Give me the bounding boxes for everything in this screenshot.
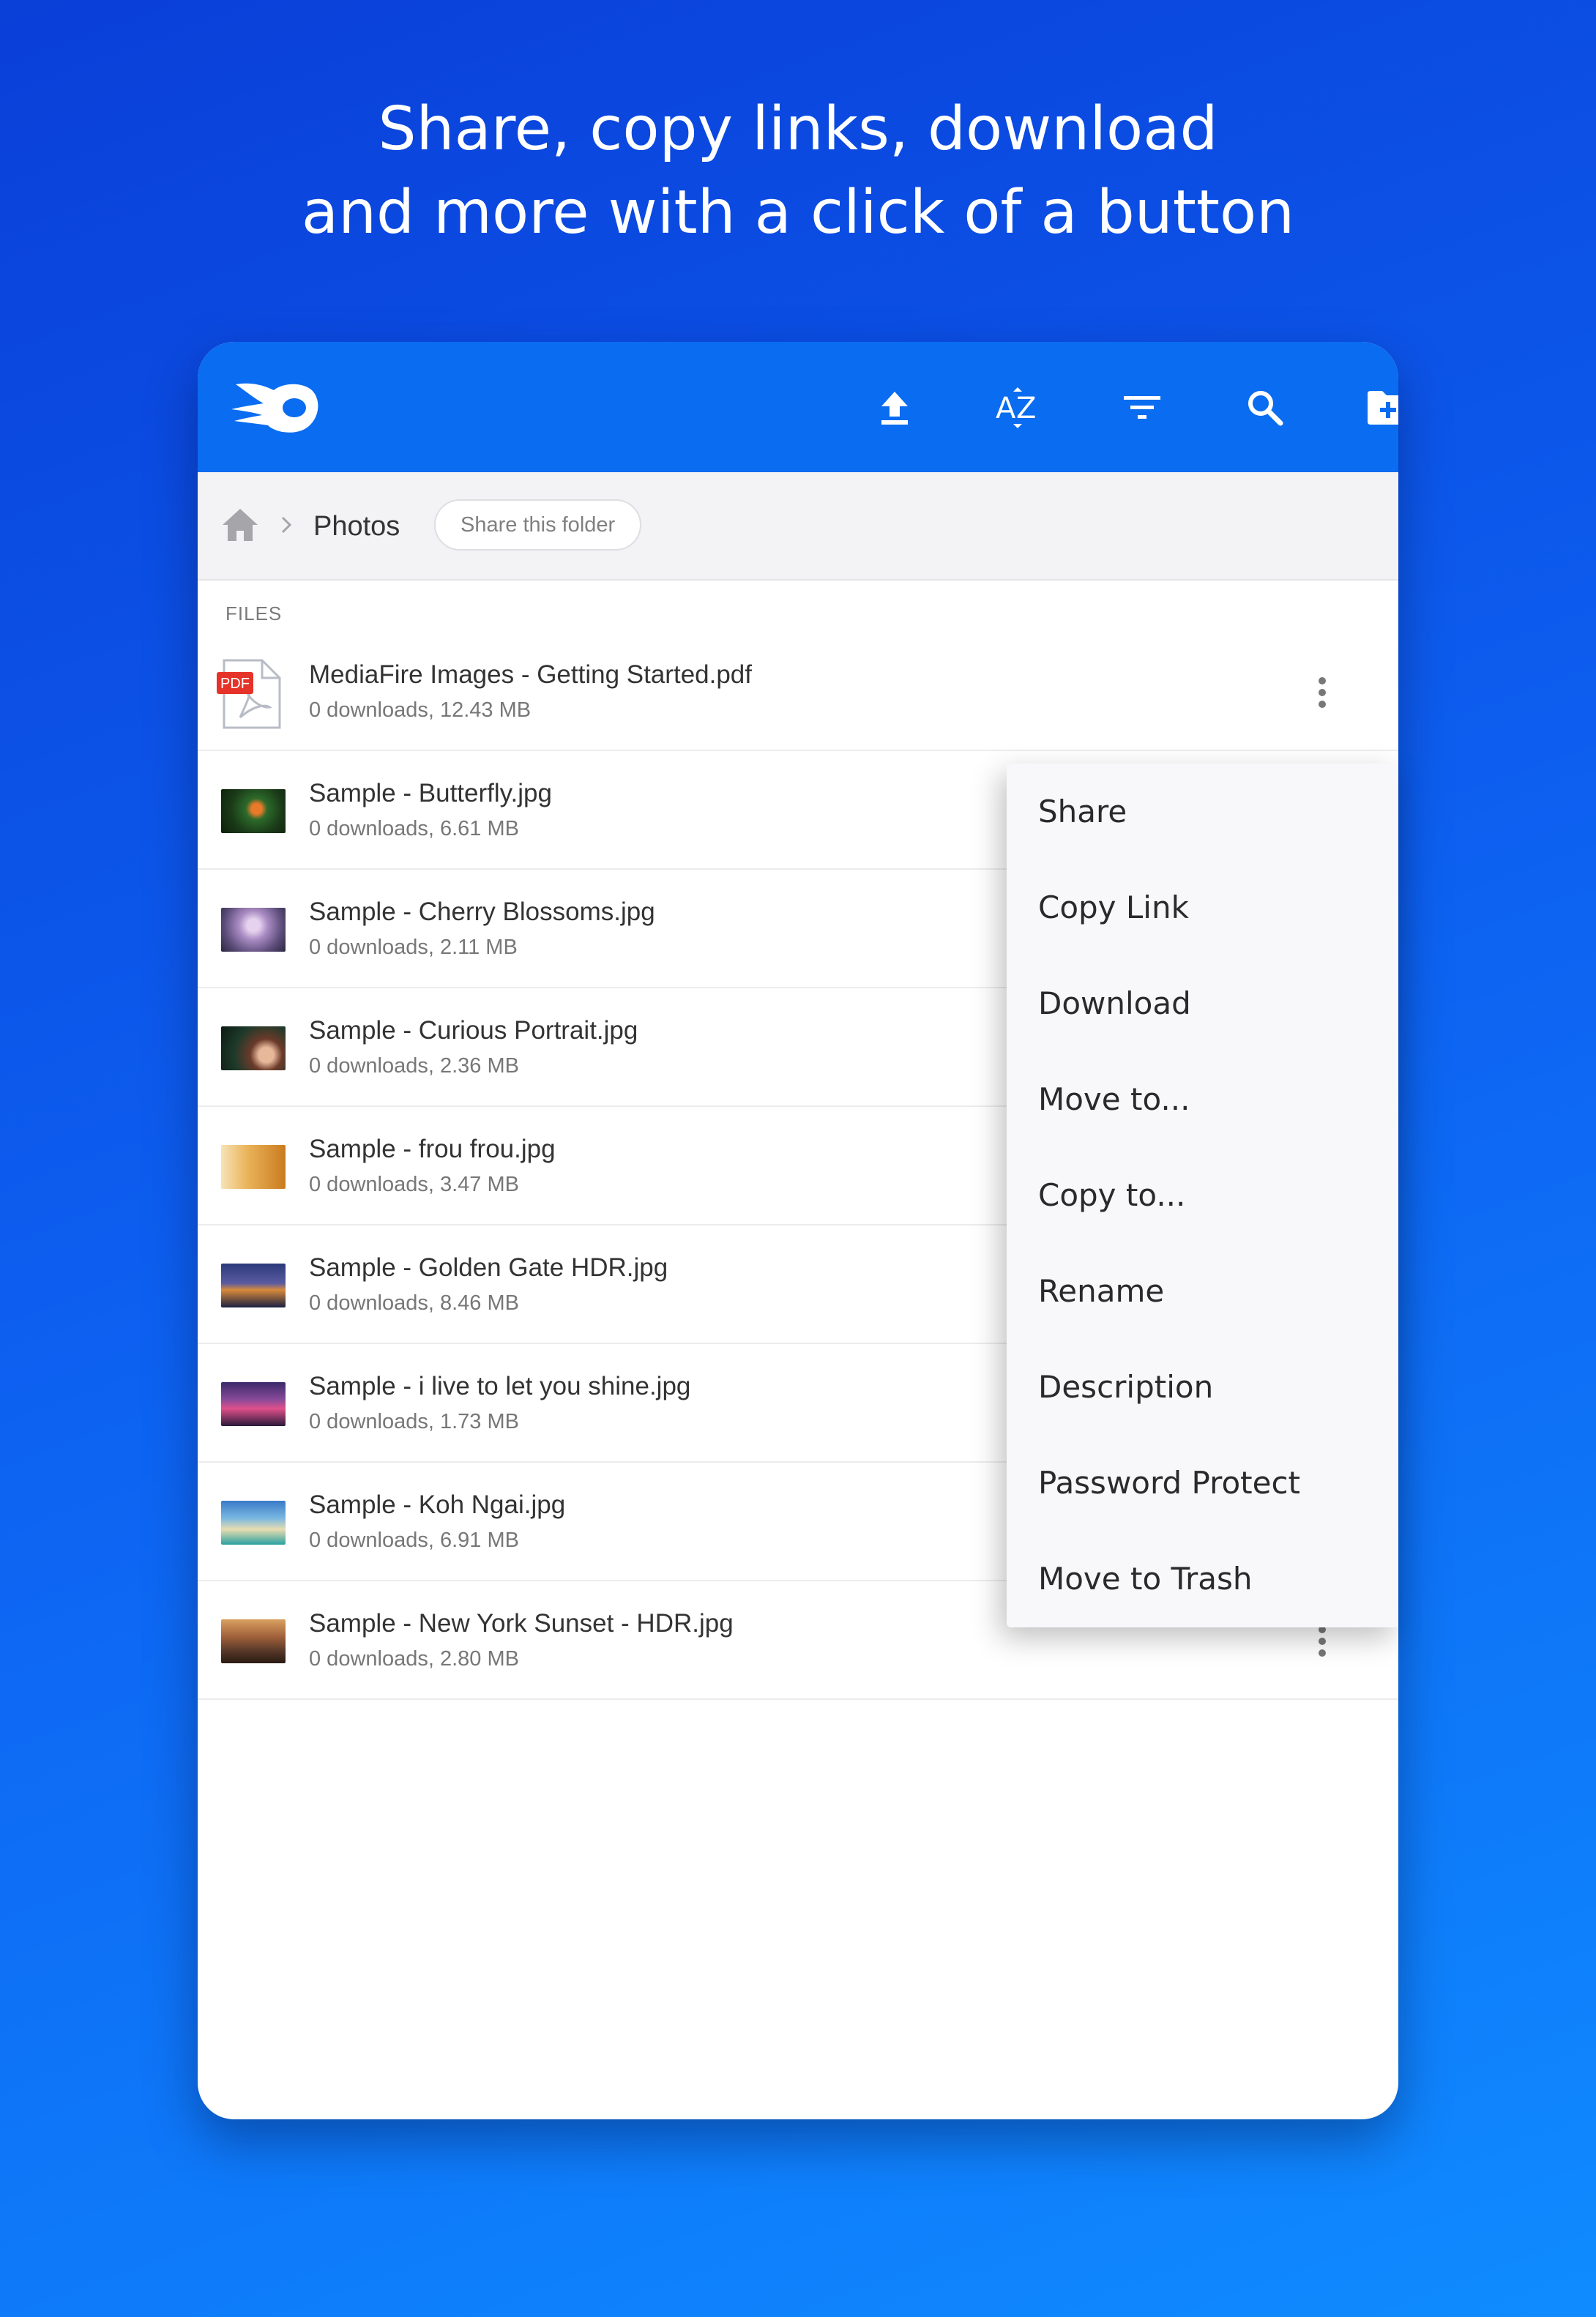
svg-text:Z: Z [1016, 392, 1036, 425]
headline-line-1: Share, copy links, download [378, 94, 1218, 164]
toolbar: A Z [198, 342, 1398, 472]
context-menu: Share Copy Link Download Move to... Copy… [1007, 764, 1398, 1627]
upload-icon[interactable] [865, 378, 924, 437]
breadcrumb: Photos Share this folder [198, 472, 1398, 581]
menu-item-share[interactable]: Share [1007, 764, 1398, 859]
sort-az-icon[interactable]: A Z [988, 378, 1047, 437]
file-name: Sample - frou frou.jpg [309, 1135, 556, 1163]
file-meta: 0 downloads, 2.11 MB [309, 936, 518, 959]
menu-item-move-to[interactable]: Move to... [1007, 1051, 1398, 1147]
menu-item-download[interactable]: Download [1007, 955, 1398, 1051]
new-folder-icon[interactable] [1359, 378, 1398, 437]
menu-item-rename[interactable]: Rename [1007, 1243, 1398, 1339]
file-name: Sample - New York Sunset - HDR.jpg [309, 1609, 734, 1638]
file-name: Sample - Cherry Blossoms.jpg [309, 898, 655, 926]
file-name: Sample - Koh Ngai.jpg [309, 1490, 566, 1519]
mediafire-logo[interactable] [230, 378, 321, 437]
file-meta: 0 downloads, 12.43 MB [309, 698, 532, 722]
image-thumbnail [221, 1145, 286, 1189]
headline: Share, copy links, download and more wit… [0, 88, 1596, 255]
svg-text:A: A [996, 392, 1016, 425]
menu-item-description[interactable]: Description [1007, 1339, 1398, 1435]
file-meta: 0 downloads, 8.46 MB [309, 1291, 519, 1315]
search-icon[interactable] [1236, 378, 1294, 437]
menu-item-copy-link[interactable]: Copy Link [1007, 859, 1398, 955]
table-row[interactable]: PDF MediaFire Images - Getting Started.p… [198, 633, 1398, 751]
file-meta: 0 downloads, 2.80 MB [309, 1647, 519, 1671]
share-folder-button[interactable]: Share this folder [434, 499, 642, 551]
image-thumbnail [221, 1382, 286, 1426]
menu-item-copy-to[interactable]: Copy to... [1007, 1147, 1398, 1243]
file-meta: 0 downloads, 6.61 MB [309, 817, 519, 840]
chevron-right-icon [281, 516, 292, 534]
image-thumbnail [221, 1264, 286, 1307]
file-name: Sample - Butterfly.jpg [309, 779, 552, 807]
pdf-file-icon: PDF [217, 659, 281, 729]
file-meta: 0 downloads, 3.47 MB [309, 1173, 519, 1196]
headline-line-2: and more with a click of a button [301, 178, 1295, 247]
image-thumbnail [221, 908, 286, 952]
file-meta: 0 downloads, 1.73 MB [309, 1410, 519, 1433]
menu-item-move-to-trash[interactable]: Move to Trash [1007, 1531, 1398, 1627]
image-thumbnail [221, 789, 286, 833]
home-icon[interactable] [220, 504, 261, 545]
image-thumbnail [221, 1026, 286, 1070]
image-thumbnail [221, 1501, 286, 1545]
more-options-icon[interactable] [1308, 668, 1337, 717]
file-name: Sample - i live to let you shine.jpg [309, 1372, 691, 1400]
pdf-badge: PDF [220, 676, 250, 692]
breadcrumb-current[interactable]: Photos [313, 504, 400, 548]
filter-icon[interactable] [1113, 378, 1171, 437]
menu-item-password-protect[interactable]: Password Protect [1007, 1435, 1398, 1531]
file-meta: 0 downloads, 2.36 MB [309, 1054, 519, 1078]
image-thumbnail [221, 1619, 286, 1663]
file-name: Sample - Curious Portrait.jpg [309, 1016, 638, 1045]
file-name: Sample - Golden Gate HDR.jpg [309, 1253, 668, 1282]
file-meta: 0 downloads, 6.91 MB [309, 1529, 519, 1552]
file-name: MediaFire Images - Getting Started.pdf [309, 660, 752, 689]
files-section-label: FILES [225, 602, 283, 624]
